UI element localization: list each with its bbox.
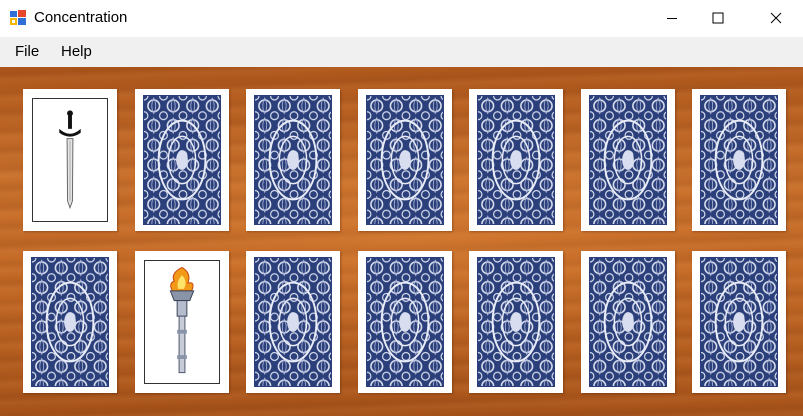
torch-icon [169, 266, 195, 374]
card-back [589, 95, 667, 225]
card-back-pattern-icon [367, 258, 443, 386]
card-back [143, 95, 221, 225]
sword-icon [59, 110, 81, 210]
card-back-pattern-icon [367, 96, 443, 224]
card[interactable] [469, 251, 563, 393]
menu-help[interactable]: Help [61, 43, 92, 60]
card-face-sword [32, 98, 108, 222]
minimize-icon [667, 18, 677, 19]
maximize-button[interactable] [695, 0, 741, 36]
card[interactable] [581, 251, 675, 393]
card-back-pattern-icon [701, 258, 777, 386]
card-back-pattern-icon [32, 258, 108, 386]
card-face-torch [144, 260, 220, 384]
card-back-pattern-icon [590, 258, 666, 386]
card-back [31, 257, 109, 387]
card-back-pattern-icon [590, 96, 666, 224]
card[interactable] [581, 89, 675, 231]
close-button[interactable] [753, 0, 799, 36]
minimize-button[interactable] [649, 0, 695, 36]
card-back [366, 257, 444, 387]
card-back-pattern-icon [255, 258, 331, 386]
card[interactable] [469, 89, 563, 231]
card[interactable] [23, 251, 117, 393]
card-back [589, 257, 667, 387]
card[interactable] [692, 89, 786, 231]
card[interactable] [135, 89, 229, 231]
close-icon [770, 12, 782, 24]
card-back [700, 257, 778, 387]
card-back-pattern-icon [144, 96, 220, 224]
card-back-pattern-icon [478, 96, 554, 224]
card-back [700, 95, 778, 225]
card-back [477, 257, 555, 387]
menu-file[interactable]: File [15, 43, 39, 60]
window-title: Concentration [34, 9, 128, 26]
card-back-pattern-icon [478, 258, 554, 386]
card[interactable] [358, 89, 452, 231]
game-board [0, 67, 803, 416]
card-back [477, 95, 555, 225]
card-back [254, 257, 332, 387]
card[interactable] [135, 251, 229, 393]
card[interactable] [692, 251, 786, 393]
maximize-icon [712, 12, 724, 24]
card-back [254, 95, 332, 225]
card-back-pattern-icon [701, 96, 777, 224]
menu-bar: File Help [0, 37, 803, 67]
card[interactable] [246, 89, 340, 231]
card[interactable] [246, 251, 340, 393]
card[interactable] [23, 89, 117, 231]
card-back-pattern-icon [255, 96, 331, 224]
card[interactable] [358, 251, 452, 393]
title-bar: Concentration [0, 0, 803, 37]
card-back [366, 95, 444, 225]
windows-app-icon [10, 10, 26, 26]
